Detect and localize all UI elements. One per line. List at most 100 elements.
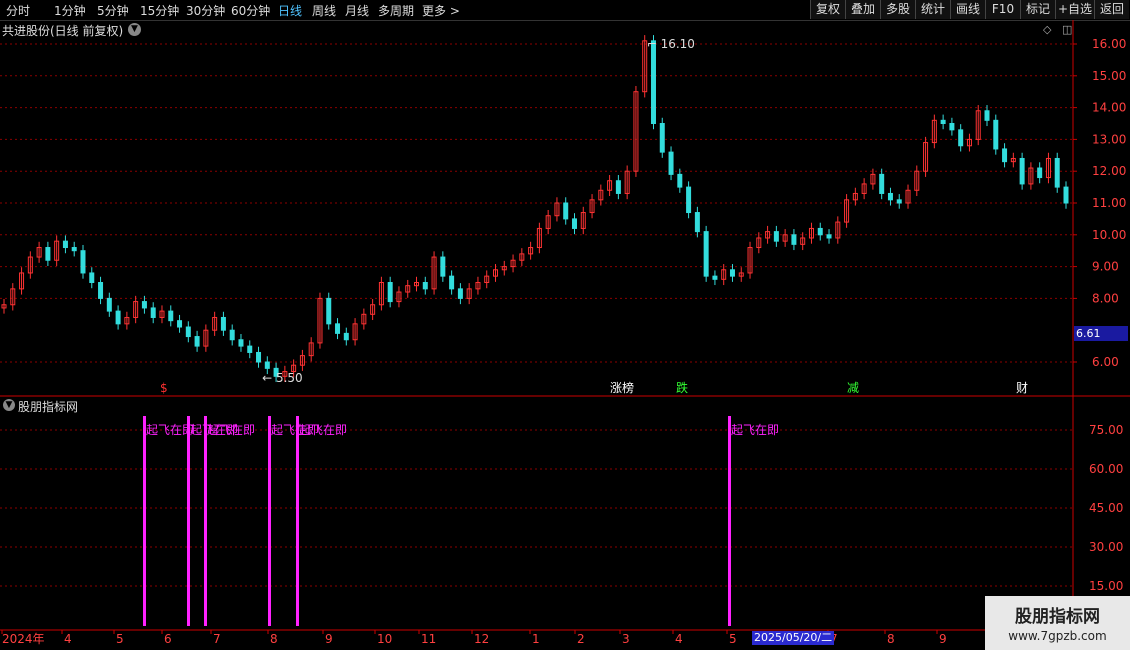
price-tick-label: 14.00 xyxy=(1092,101,1126,115)
candle-body xyxy=(194,336,200,347)
candle-body xyxy=(326,297,332,325)
watermark-url: www.7gpzb.com xyxy=(1008,629,1107,643)
candle-body xyxy=(949,123,955,131)
x-tick-label: 12 xyxy=(474,632,489,646)
candle-body xyxy=(335,323,341,334)
candle-body xyxy=(247,345,253,353)
x-tick-label: 9 xyxy=(325,632,333,646)
candle-body xyxy=(115,310,121,325)
event-marker: 减 xyxy=(847,381,859,395)
candle-body xyxy=(615,180,621,194)
indicator-tick-label: 75.00 xyxy=(1089,423,1123,437)
x-tick-label: 4 xyxy=(64,632,72,646)
candle-body xyxy=(659,123,665,153)
price-tick-label: 16.00 xyxy=(1092,37,1126,51)
candle-body xyxy=(1063,186,1069,204)
price-tick-label: 12.00 xyxy=(1092,164,1126,178)
signal-label: 起飞在即 xyxy=(146,423,194,437)
price-tick-label: 6.00 xyxy=(1092,355,1119,369)
candle-body xyxy=(185,326,191,338)
candle-body xyxy=(457,288,463,299)
candle-body xyxy=(1037,167,1043,179)
candle-body xyxy=(984,110,990,121)
x-tick-label: 10 xyxy=(377,632,392,646)
signal-bar xyxy=(143,416,146,626)
candle-body xyxy=(150,307,156,318)
watermark: 股朋指标网 www.7gpzb.com xyxy=(985,596,1130,650)
candle-body xyxy=(879,173,885,194)
x-tick-label: 3 xyxy=(622,632,630,646)
event-marker: 财 xyxy=(1016,381,1028,395)
indicator-tick-label: 45.00 xyxy=(1089,501,1123,515)
candle-body xyxy=(141,301,147,309)
indicator-tick-label: 15.00 xyxy=(1089,579,1123,593)
candle-body xyxy=(71,247,77,252)
x-tick-label: 8 xyxy=(270,632,278,646)
candle-body xyxy=(238,339,244,347)
signal-bar xyxy=(268,416,271,626)
candle-body xyxy=(422,282,428,290)
x-tick-label: 5 xyxy=(116,632,124,646)
candle-body xyxy=(826,234,832,239)
min-price-label: ← 5.50 xyxy=(262,371,303,385)
candle-body xyxy=(896,199,902,204)
candle-body xyxy=(229,329,235,341)
chevron-down-icon[interactable]: ▼ xyxy=(128,23,141,36)
panel-toggle-icon[interactable]: ◫ xyxy=(1062,23,1072,36)
chart-title: 共进股份(日线 前复权) xyxy=(2,24,124,38)
candle-body xyxy=(650,40,656,124)
signal-label: 起飞在即 xyxy=(731,423,779,437)
candle-body xyxy=(62,240,68,249)
candle-body xyxy=(168,310,174,322)
price-tick-label: 13.00 xyxy=(1092,132,1126,146)
signal-label: 起飞在即 xyxy=(207,423,255,437)
x-tick-label: 4 xyxy=(675,632,683,646)
candle-body xyxy=(1054,157,1060,188)
candle-body xyxy=(45,247,51,261)
signal-bar xyxy=(728,416,731,626)
cursor-date-badge: 2025/05/20/二 xyxy=(752,631,835,645)
candle-body xyxy=(98,282,104,299)
candlestick-series xyxy=(1,35,1069,383)
x-tick-label: 1 xyxy=(532,632,540,646)
candle-body xyxy=(686,186,692,214)
indicator-title: 股朋指标网 xyxy=(18,400,79,414)
candle-body xyxy=(958,129,964,147)
candle-body xyxy=(712,275,718,280)
x-tick-label: 2024年 xyxy=(2,632,45,646)
x-tick-label: 8 xyxy=(887,632,895,646)
event-marker: $ xyxy=(160,381,168,395)
chart-canvas[interactable]: 起飞在即起飞在即起飞在即 起飞在即起飞在即 起飞在即 16.0015.0014.00… xyxy=(0,0,1130,650)
x-tick-label: 11 xyxy=(421,632,436,646)
candle-body xyxy=(1002,148,1008,163)
candle-body xyxy=(80,250,86,274)
signal-bar xyxy=(187,416,190,626)
signal-bar xyxy=(204,416,207,626)
x-tick-label: 2 xyxy=(577,632,585,646)
candle-body xyxy=(677,173,683,188)
candle-body xyxy=(817,227,823,236)
price-tick-label: 8.00 xyxy=(1092,291,1119,305)
signal-label: 起飞在即 xyxy=(299,423,347,437)
candle-body xyxy=(440,256,446,277)
candle-body xyxy=(729,269,735,277)
price-tick-label: 15.00 xyxy=(1092,69,1126,83)
candle-body xyxy=(791,234,797,245)
candle-body xyxy=(571,218,577,229)
candle-body xyxy=(993,119,999,150)
candle-body xyxy=(220,316,226,331)
current-price-badge: 6.61 xyxy=(1074,326,1128,341)
indicator-tick-label: 60.00 xyxy=(1089,462,1123,476)
event-marker: 涨榜 xyxy=(610,380,634,395)
candle-body xyxy=(89,272,95,283)
x-tick-label: 7 xyxy=(213,632,221,646)
diamond-icon[interactable]: ◇ xyxy=(1043,23,1051,36)
candle-body xyxy=(694,212,700,233)
indicator-chevron-icon[interactable]: ▼ xyxy=(3,399,15,411)
indicator-tick-label: 30.00 xyxy=(1089,540,1123,554)
candle-body xyxy=(177,320,183,328)
candle-body xyxy=(106,297,112,312)
candle-body xyxy=(343,332,349,341)
candle-body xyxy=(1019,157,1025,185)
price-tick-label: 10.00 xyxy=(1092,228,1126,242)
